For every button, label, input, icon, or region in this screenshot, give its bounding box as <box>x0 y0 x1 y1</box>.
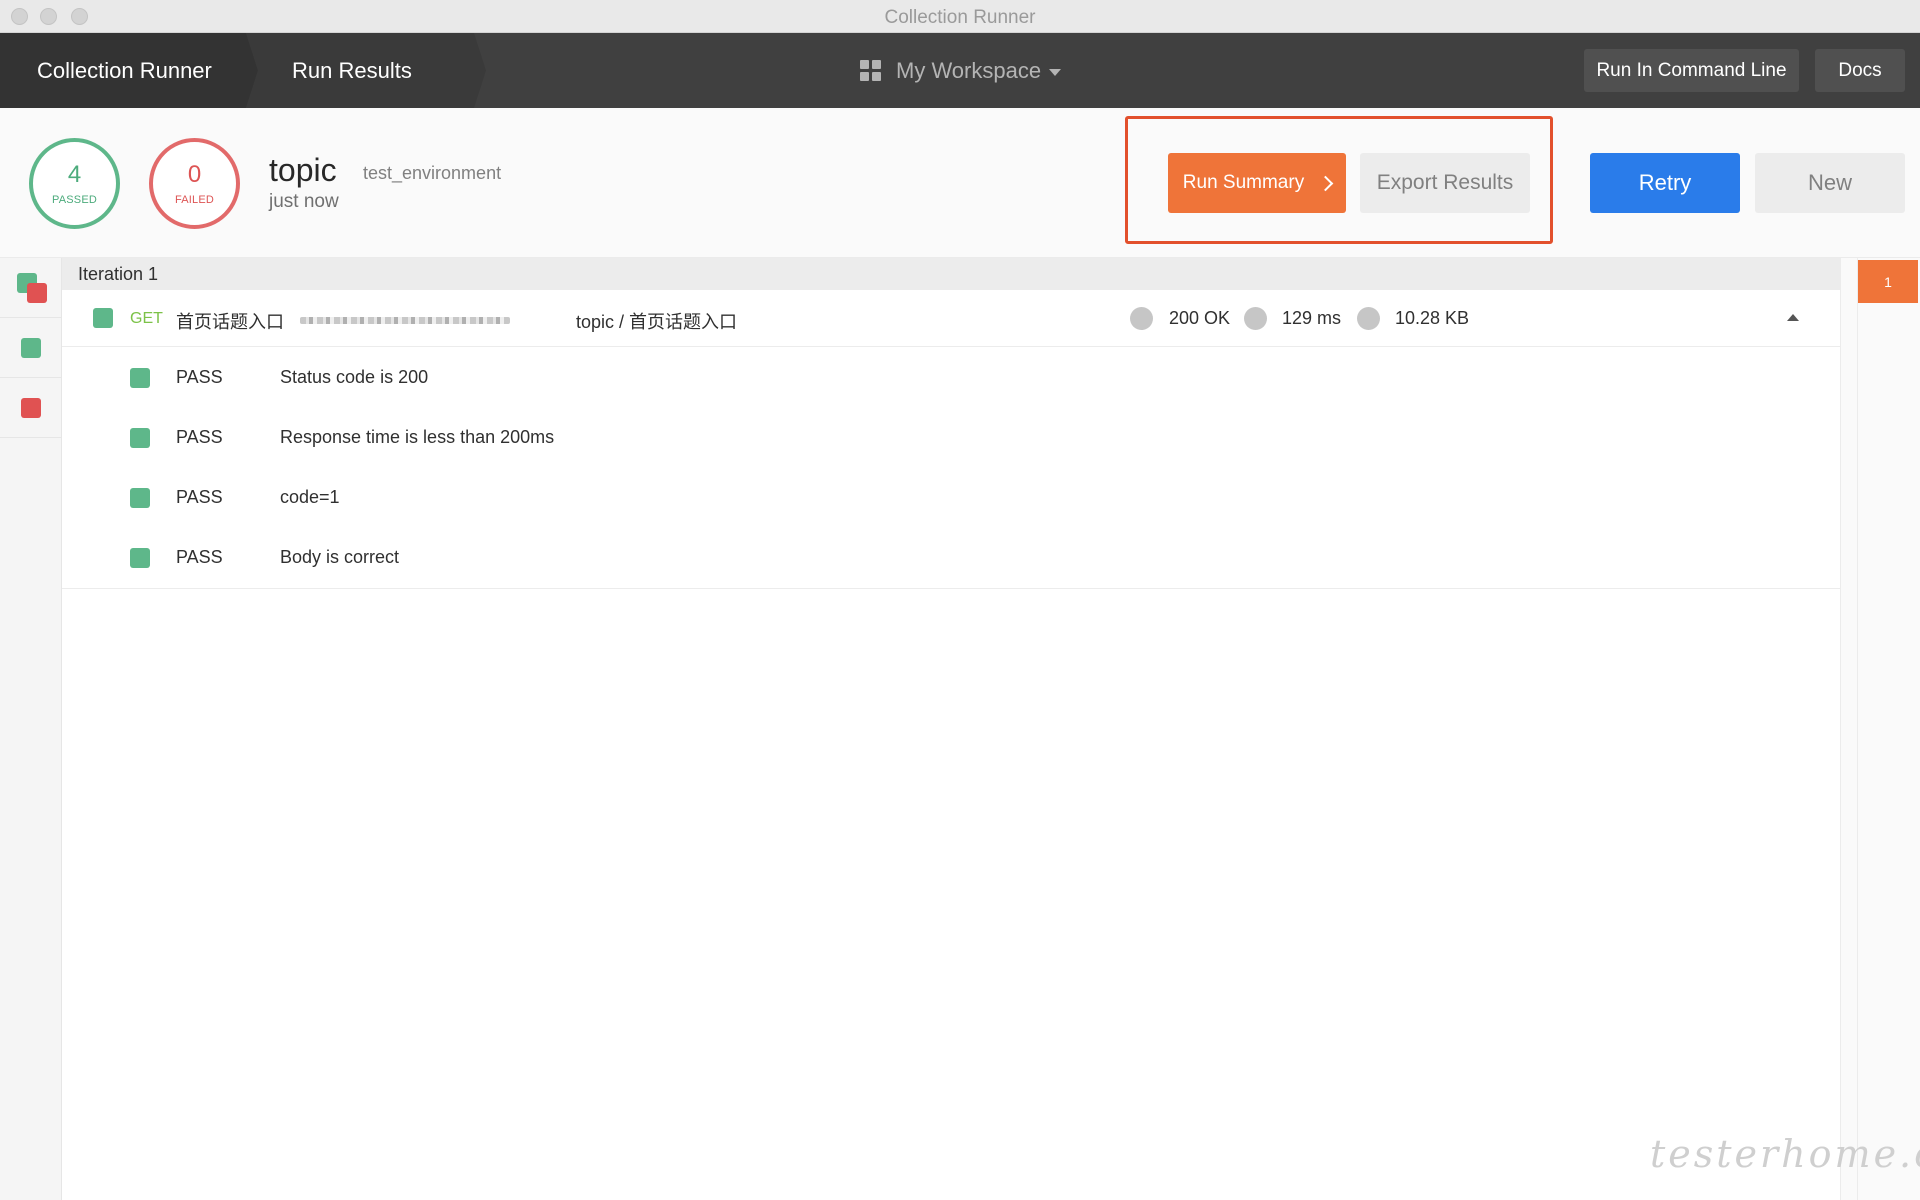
run-summary-button[interactable]: Run Summary <box>1168 153 1346 213</box>
run-timestamp: just now <box>269 191 339 212</box>
failed-filter-icon <box>21 398 41 418</box>
chevron-right-icon <box>1317 175 1334 191</box>
failed-label: FAILED <box>174 193 215 206</box>
title-bar: Collection Runner <box>0 0 1920 33</box>
test-name: Body is correct <box>280 547 400 567</box>
test-row: PASS Response time is less than 200ms <box>62 408 1840 468</box>
status-dot-icon <box>1130 307 1153 330</box>
iteration-header: Iteration 1 <box>62 258 1840 290</box>
test-result: PASS <box>176 487 223 507</box>
results-panel: Iteration 1 GET 首页话题入口 topic / 首页话题入口 20… <box>62 258 1840 1200</box>
request-status-icon <box>93 308 113 328</box>
run-summary-label: Run Summary <box>1182 172 1305 193</box>
export-results-button[interactable]: Export Results <box>1360 153 1530 213</box>
passed-count: 4 <box>67 160 82 188</box>
filter-failed[interactable] <box>0 378 62 438</box>
run-in-command-line-button[interactable]: Run In Command Line <box>1584 49 1799 92</box>
test-row: PASS Body is correct <box>62 528 1840 588</box>
test-name: code=1 <box>280 487 340 507</box>
environment-name: test_environment <box>363 163 502 183</box>
results-scrollbar[interactable] <box>1840 258 1858 1200</box>
test-row: PASS Status code is 200 <box>62 348 1840 408</box>
passed-count-ring: 4 PASSED <box>29 138 120 229</box>
redacted-url <box>300 317 510 324</box>
test-name: Response time is less than 200ms <box>280 427 555 447</box>
filter-all[interactable] <box>0 258 62 318</box>
grid-icon <box>860 60 881 81</box>
size-dot-icon <box>1357 307 1380 330</box>
test-name: Status code is 200 <box>280 367 429 387</box>
test-result: PASS <box>176 367 223 387</box>
iteration-1-badge[interactable]: 1 <box>1858 260 1918 303</box>
request-name: 首页话题入口 <box>176 312 284 332</box>
failed-count: 0 <box>187 160 202 188</box>
window-title: Collection Runner <box>884 7 1036 28</box>
pass-icon <box>130 488 150 508</box>
run-summary-header: 4 PASSED 0 FAILED topic test_environment… <box>0 108 1920 258</box>
breadcrumb-run-results[interactable]: Run Results <box>246 33 486 108</box>
chevron-down-icon <box>1049 68 1062 76</box>
test-result: PASS <box>176 427 223 447</box>
response-size: 10.28 KB <box>1395 308 1470 328</box>
request-row[interactable]: GET 首页话题入口 topic / 首页话题入口 200 OK 129 ms … <box>62 290 1840 347</box>
passed-filter-icon <box>21 338 41 358</box>
collapse-caret-icon[interactable] <box>1787 314 1799 321</box>
new-button[interactable]: New <box>1755 153 1905 213</box>
test-result: PASS <box>176 547 223 567</box>
divider <box>62 588 1840 589</box>
iteration-strip: 1 <box>1858 258 1920 1200</box>
time-dot-icon <box>1244 307 1267 330</box>
failed-count-ring: 0 FAILED <box>149 138 240 229</box>
response-status: 200 OK <box>1169 308 1231 328</box>
response-time: 129 ms <box>1282 308 1342 328</box>
test-row: PASS code=1 <box>62 468 1840 528</box>
request-path: topic / 首页话题入口 <box>576 312 738 332</box>
collection-name: topic <box>269 152 337 188</box>
retry-button[interactable]: Retry <box>1590 153 1740 213</box>
all-results-icon-red <box>27 283 47 303</box>
breadcrumb-collection-runner[interactable]: Collection Runner <box>0 33 258 108</box>
top-nav: Collection Runner Run Results My Workspa… <box>0 33 1920 108</box>
workspace-switcher[interactable]: My Workspace <box>860 33 1062 108</box>
filter-passed[interactable] <box>0 318 62 378</box>
pass-icon <box>130 428 150 448</box>
pass-icon <box>130 548 150 568</box>
workspace-label: My Workspace <box>896 57 1042 83</box>
watermark: testerhome.com <box>1650 1132 1920 1176</box>
request-method: GET <box>130 310 163 327</box>
pass-icon <box>130 368 150 388</box>
passed-label: PASSED <box>51 193 97 206</box>
result-filter-rail <box>0 258 62 1200</box>
docs-button[interactable]: Docs <box>1815 49 1905 92</box>
